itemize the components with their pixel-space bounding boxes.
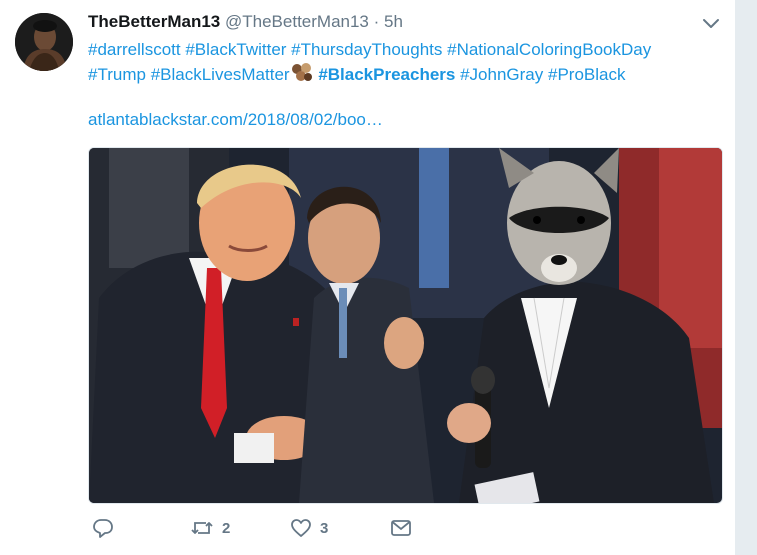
- hashtag-trump[interactable]: #Trump: [88, 65, 146, 84]
- hands-emoji: [290, 63, 314, 83]
- retweet-count: 2: [222, 519, 231, 537]
- timeline-background-strip: [735, 0, 757, 555]
- tweet-text: #darrellscott #BlackTwitter #ThursdayTho…: [88, 37, 708, 87]
- like-count: 3: [320, 519, 329, 537]
- direct-message-button[interactable]: [390, 517, 412, 539]
- hashtag-line-2: #Trump #BlackLivesMatter #BlackPreachers…: [88, 62, 708, 87]
- retweet-icon: [190, 517, 214, 539]
- photo-image[interactable]: [88, 147, 723, 504]
- hashtag-nationalcoloringbookday[interactable]: #NationalColoringBookDay: [447, 40, 651, 59]
- hashtag-line-1: #darrellscott #BlackTwitter #ThursdayTho…: [88, 37, 708, 62]
- reply-button[interactable]: [92, 517, 114, 539]
- user-handle[interactable]: @TheBetterMan13: [225, 12, 369, 31]
- envelope-icon: [390, 517, 412, 539]
- hashtag-blacklivesmatter[interactable]: #BlackLivesMatter: [151, 65, 290, 84]
- chevron-down-icon[interactable]: [700, 12, 722, 34]
- retweet-button[interactable]: 2: [190, 517, 230, 539]
- display-name[interactable]: TheBetterMan13: [88, 12, 220, 31]
- header-separator: ·: [373, 12, 380, 31]
- tweet[interactable]: TheBetterMan13 @TheBetterMan13 · 5h #dar…: [0, 0, 735, 555]
- reply-icon: [92, 517, 114, 539]
- hashtag-thursdaythoughts[interactable]: #ThursdayThoughts: [291, 40, 442, 59]
- hashtag-blackpreachers[interactable]: #BlackPreachers: [318, 65, 455, 84]
- like-button[interactable]: 3: [290, 517, 328, 539]
- hashtag-problack[interactable]: #ProBlack: [548, 65, 625, 84]
- article-link[interactable]: atlantablackstar.com/2018/08/02/boo…: [88, 110, 383, 130]
- heart-icon: [290, 517, 312, 539]
- timestamp[interactable]: 5h: [384, 12, 403, 31]
- hashtag-blacktwitter[interactable]: #BlackTwitter: [185, 40, 286, 59]
- tweet-header: TheBetterMan13 @TheBetterMan13 · 5h: [88, 12, 403, 32]
- hashtag-darrellscott[interactable]: #darrellscott: [88, 40, 181, 59]
- avatar[interactable]: [15, 13, 73, 71]
- tweet-actions: 2 3: [88, 517, 728, 543]
- hashtag-johngray[interactable]: #JohnGray: [460, 65, 543, 84]
